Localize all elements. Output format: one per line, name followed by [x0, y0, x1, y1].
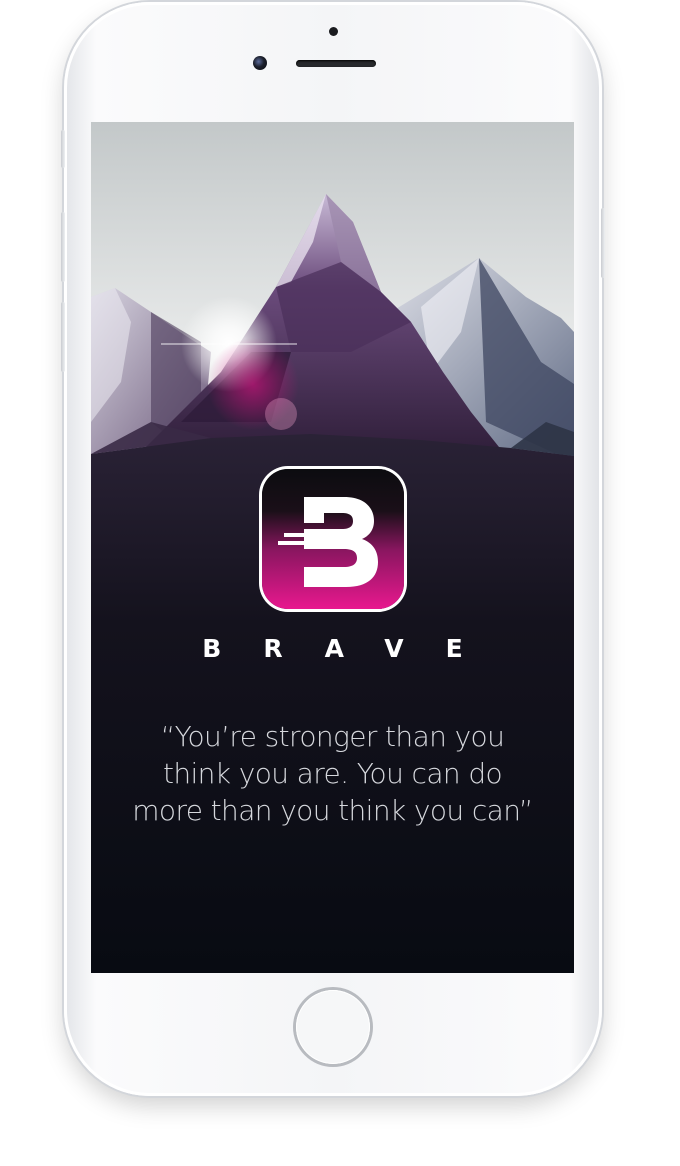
- earpiece-speaker: [296, 60, 376, 67]
- volume-down-button: [61, 302, 65, 372]
- front-camera-icon: [253, 56, 267, 70]
- app-name: BRAVE: [202, 634, 505, 663]
- volume-up-button: [61, 212, 65, 282]
- power-button: [601, 208, 605, 278]
- silent-switch: [61, 130, 65, 168]
- motivational-quote: “You’re stronger than you think you are.…: [132, 720, 533, 827]
- brave-logo: [262, 469, 404, 609]
- app-screen: BRAVE “You’re stronger than you think yo…: [91, 122, 574, 973]
- device-mockup: BRAVE “You’re stronger than you think yo…: [0, 0, 680, 1166]
- proximity-sensor-icon: [329, 27, 338, 36]
- home-button[interactable]: [296, 990, 370, 1064]
- brave-b-icon: [278, 497, 378, 587]
